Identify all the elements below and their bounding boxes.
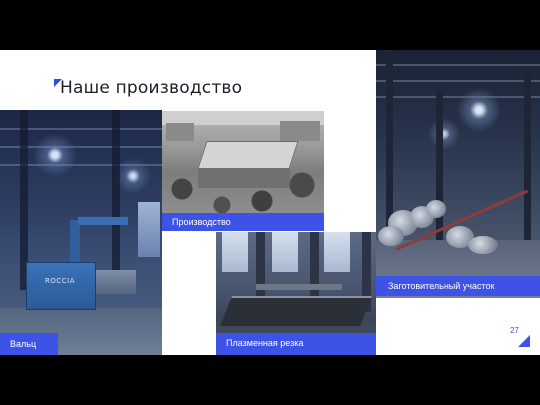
slide-title: Наше производство	[60, 78, 243, 98]
corner-triangle	[518, 335, 530, 347]
caption-plasma: Плазменная резка	[216, 333, 376, 355]
caption-rolling: Вальц	[0, 333, 58, 355]
machine-brand-label: ROCCIA	[45, 277, 76, 285]
photo-rolling-machine: ROCCIA	[0, 110, 162, 355]
caption-blank-prep: Заготовительный участок	[376, 276, 540, 296]
caption-production: Производство	[162, 213, 324, 231]
page-number: 27	[510, 326, 519, 335]
slide: Наше производство ROCCIA Вальц Производс…	[0, 50, 540, 355]
photo-blank-preparation	[376, 50, 540, 298]
photo-factory-archive	[162, 111, 324, 213]
rolling-machine: ROCCIA	[26, 262, 96, 310]
